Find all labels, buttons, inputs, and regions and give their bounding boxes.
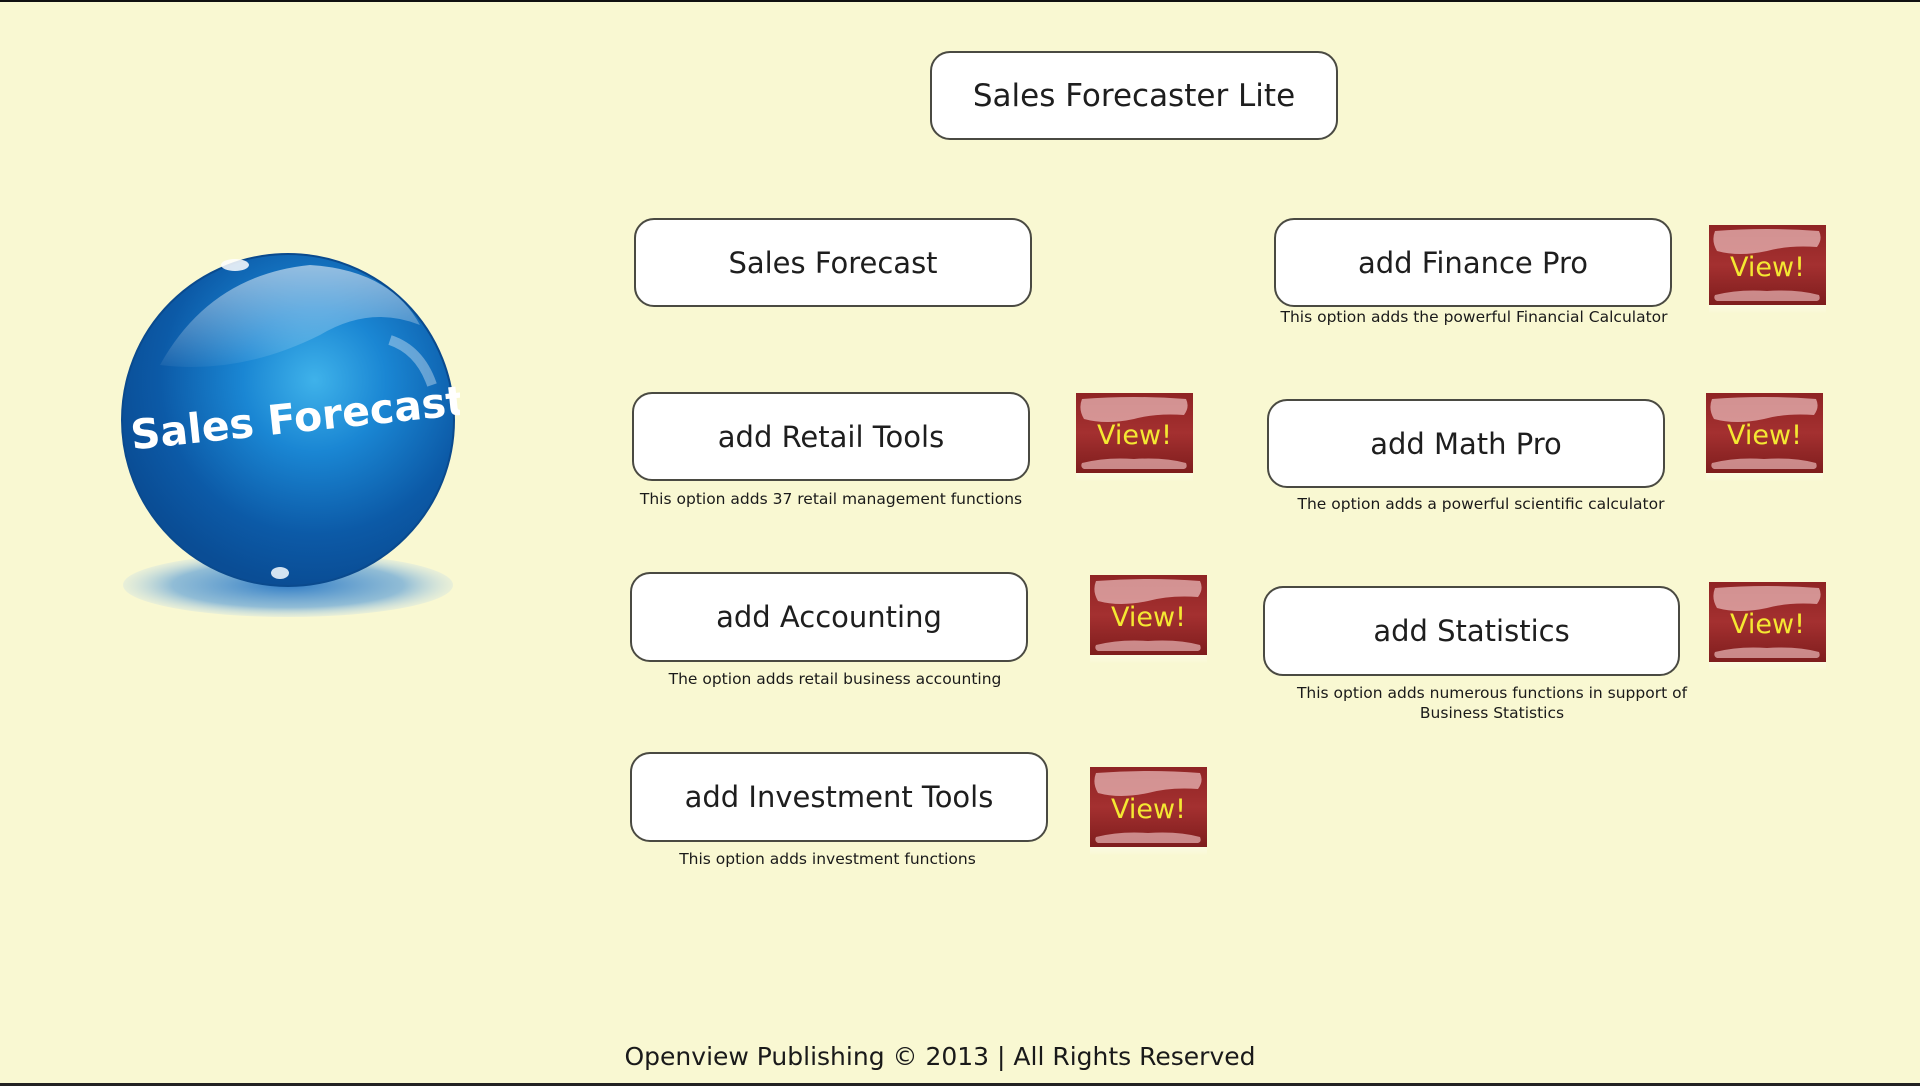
add-statistics-button[interactable]: add Statistics xyxy=(1263,586,1680,676)
view-label: View! xyxy=(1730,252,1805,283)
statistics-caption-line2: Business Statistics xyxy=(1419,704,1565,722)
sales-forecast-button[interactable]: Sales Forecast xyxy=(634,218,1032,307)
investment-tools-caption: This option adds investment functions xyxy=(679,850,976,868)
view-label: View! xyxy=(1727,420,1802,451)
footer-copyright: Openview Publishing © 2013 | All Rights … xyxy=(624,1042,1256,1071)
view-label: View! xyxy=(1097,420,1172,451)
add-finance-pro-button[interactable]: add Finance Pro xyxy=(1274,218,1672,307)
add-accounting-button[interactable]: add Accounting xyxy=(630,572,1028,662)
window-top-border xyxy=(0,0,1920,2)
crystal-ball-icon: Sales Forecaster xyxy=(121,253,516,617)
statistics-view-button[interactable]: View! xyxy=(1709,582,1826,671)
add-investment-tools-button[interactable]: add Investment Tools xyxy=(630,752,1048,842)
retail-tools-caption: This option adds 37 retail management fu… xyxy=(639,490,1023,508)
view-label: View! xyxy=(1111,602,1186,633)
app-title-button[interactable]: Sales Forecaster Lite xyxy=(930,51,1338,140)
sales-forecaster-logo: Sales Forecaster xyxy=(120,245,516,625)
math-pro-view-button[interactable]: View! xyxy=(1706,393,1823,482)
accounting-caption: The option adds retail business accounti… xyxy=(668,670,1002,688)
add-retail-tools-button[interactable]: add Retail Tools xyxy=(632,392,1030,481)
accounting-view-button[interactable]: View! xyxy=(1090,575,1207,664)
investment-tools-view-button[interactable]: View! xyxy=(1090,767,1207,856)
retail-tools-view-button[interactable]: View! xyxy=(1076,393,1193,482)
math-pro-caption: The option adds a powerful scientific ca… xyxy=(1297,495,1665,513)
view-label: View! xyxy=(1111,794,1186,825)
finance-pro-caption: This option adds the powerful Financial … xyxy=(1280,308,1668,326)
view-label: View! xyxy=(1730,609,1805,640)
statistics-caption: This option adds numerous functions in s… xyxy=(1280,683,1704,723)
statistics-caption-line1: This option adds numerous functions in s… xyxy=(1296,684,1688,702)
finance-pro-view-button[interactable]: View! xyxy=(1709,225,1826,314)
add-math-pro-button[interactable]: add Math Pro xyxy=(1267,399,1665,488)
